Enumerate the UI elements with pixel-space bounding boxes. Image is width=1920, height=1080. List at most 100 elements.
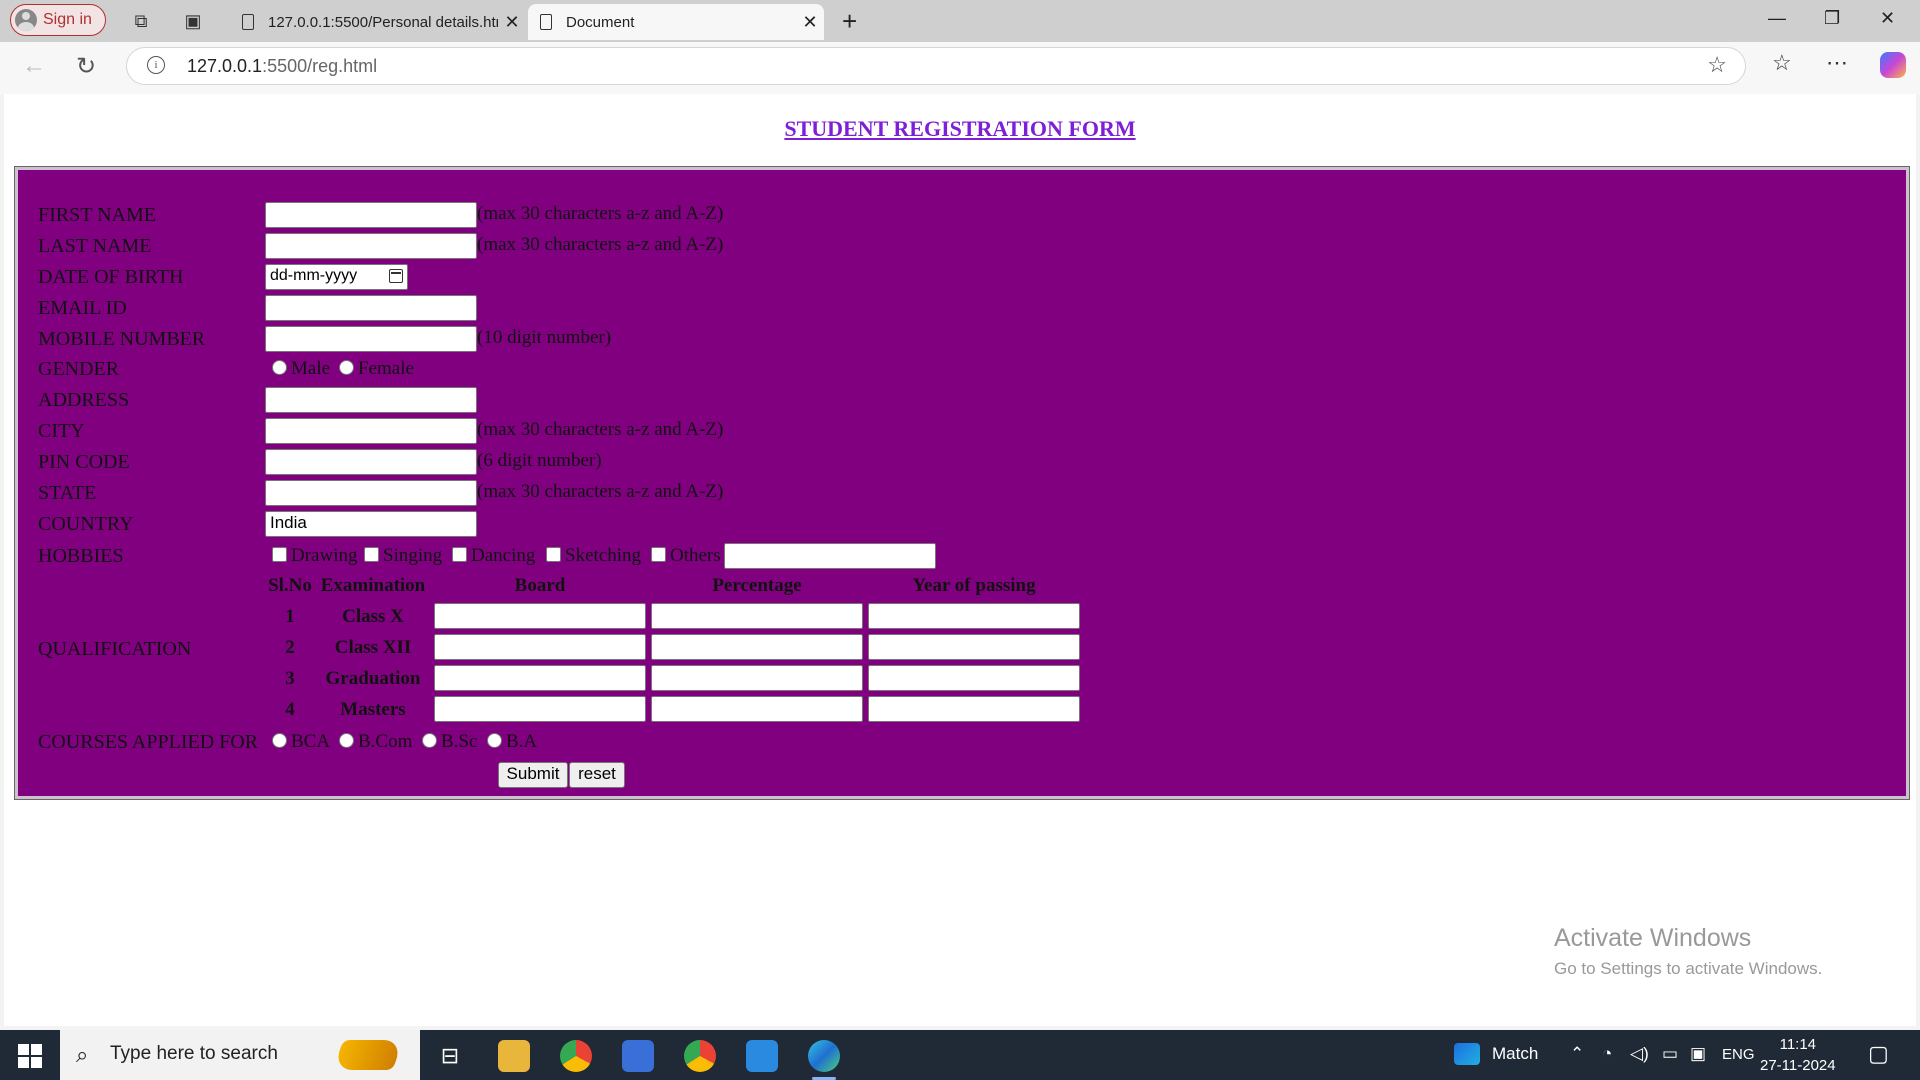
close-window-icon[interactable]: ✕	[1880, 8, 1895, 29]
clock[interactable]: 11:14 27-11-2024	[1760, 1034, 1836, 1076]
hobby-dancing-checkbox[interactable]	[452, 547, 467, 562]
qual-year-input[interactable]	[868, 603, 1080, 629]
email-input[interactable]	[265, 295, 477, 321]
qual-board-input[interactable]	[434, 603, 646, 629]
registration-form: FIRST NAME (max 30 characters a-z and A-…	[14, 166, 1910, 800]
match-label[interactable]: Match	[1492, 1044, 1538, 1064]
reset-button[interactable]: reset	[569, 762, 625, 788]
qual-row-no: 3	[285, 668, 295, 689]
url-text[interactable]: 127.0.0.1:5500/reg.html	[187, 56, 377, 77]
course-bsc-label: B.Sc	[441, 731, 478, 752]
chrome-icon[interactable]	[560, 1040, 592, 1072]
qual-year-input[interactable]	[868, 696, 1080, 722]
hobby-singing-checkbox[interactable]	[364, 547, 379, 562]
address-label: ADDRESS	[38, 389, 130, 411]
refresh-icon[interactable]: ↻	[76, 52, 96, 81]
favorite-star-icon[interactable]: ☆	[1707, 52, 1727, 78]
course-bca-radio[interactable]	[272, 733, 287, 748]
calendar-icon[interactable]	[389, 269, 403, 283]
submit-button[interactable]: Submit	[498, 762, 568, 788]
address-input[interactable]	[265, 387, 477, 413]
microsoft-store-icon[interactable]	[622, 1040, 654, 1072]
close-tab-icon[interactable]: ✕	[498, 12, 526, 33]
volume-icon[interactable]: ◁)	[1630, 1044, 1649, 1064]
new-tab-icon[interactable]: +	[842, 6, 857, 37]
vscode-icon[interactable]	[746, 1040, 778, 1072]
taskbar-search[interactable]: ⌕ Type here to search	[60, 1030, 420, 1080]
pin-code-label: PIN CODE	[38, 451, 130, 473]
mobile-input[interactable]	[265, 326, 477, 352]
qual-year-input[interactable]	[868, 665, 1080, 691]
dob-placeholder: dd-mm-yyyy	[270, 267, 358, 284]
show-hidden-icons-icon[interactable]: ⌃	[1570, 1044, 1584, 1064]
first-name-label: FIRST NAME	[38, 204, 156, 226]
qual-board-input[interactable]	[434, 696, 646, 722]
tab-personal-details[interactable]: 127.0.0.1:5500/Personal details.html ✕	[230, 4, 526, 40]
tab-title: 127.0.0.1:5500/Personal details.html	[268, 13, 498, 31]
meet-now-icon[interactable]: ▣	[1690, 1044, 1706, 1064]
tab-document[interactable]: Document ✕	[528, 4, 824, 40]
course-bsc-radio[interactable]	[422, 733, 437, 748]
hobby-sketching-checkbox[interactable]	[546, 547, 561, 562]
qual-year-input[interactable]	[868, 634, 1080, 660]
qual-board-input[interactable]	[434, 634, 646, 660]
language-indicator[interactable]: ENG	[1722, 1046, 1755, 1063]
tab-actions-icon[interactable]: ▣	[182, 10, 204, 32]
first-name-input[interactable]	[265, 202, 477, 228]
address-bar-row: ← ↻ i 127.0.0.1:5500/reg.html ☆ ☆ ⋯	[0, 42, 1920, 94]
qual-percentage-input[interactable]	[651, 665, 863, 691]
address-bar[interactable]: i 127.0.0.1:5500/reg.html ☆	[126, 47, 1746, 85]
taskbar: ⌕ Type here to search ⊟ Match ⌃ ◔ ◁) ▭ ▣…	[0, 1030, 1920, 1080]
course-bcom-radio[interactable]	[339, 733, 354, 748]
search-placeholder: Type here to search	[110, 1043, 278, 1064]
city-input[interactable]	[265, 418, 477, 444]
file-explorer-icon[interactable]	[498, 1040, 530, 1072]
site-info-icon[interactable]: i	[147, 56, 165, 74]
windows-start-icon[interactable]	[18, 1044, 42, 1068]
sign-in-button[interactable]: Sign in	[10, 4, 106, 36]
hobby-drawing-checkbox[interactable]	[272, 547, 287, 562]
restore-icon[interactable]: ❐	[1824, 8, 1840, 29]
workspaces-icon[interactable]: ⧉	[130, 10, 152, 32]
minimize-icon[interactable]: —	[1768, 8, 1786, 29]
dob-input[interactable]: dd-mm-yyyy	[265, 264, 408, 290]
last-name-input[interactable]	[265, 233, 477, 259]
page-title: STUDENT REGISTRATION FORM	[784, 116, 1136, 141]
qualification-label: QUALIFICATION	[38, 638, 192, 660]
pin-code-input[interactable]	[265, 449, 477, 475]
qual-row-exam: Masters	[340, 699, 406, 720]
qual-header-year: Year of passing	[912, 575, 1036, 596]
last-name-label: LAST NAME	[38, 235, 152, 257]
network-icon[interactable]: ◔	[1602, 1044, 1612, 1064]
course-bcom-label: B.Com	[358, 731, 413, 752]
qual-percentage-input[interactable]	[651, 696, 863, 722]
gender-male-radio[interactable]	[272, 360, 287, 375]
hobby-others-checkbox[interactable]	[651, 547, 666, 562]
mobile-label: MOBILE NUMBER	[38, 328, 206, 350]
state-input[interactable]	[265, 480, 477, 506]
qual-percentage-input[interactable]	[651, 634, 863, 660]
pin-code-hint: (6 digit number)	[477, 450, 602, 471]
cricket-match-icon[interactable]	[1454, 1043, 1480, 1065]
country-input[interactable]: India	[265, 511, 477, 537]
task-view-icon[interactable]: ⊟	[434, 1040, 466, 1072]
edge-icon[interactable]	[808, 1040, 840, 1080]
favorites-icon[interactable]: ☆	[1772, 50, 1792, 76]
close-tab-icon[interactable]: ✕	[796, 12, 824, 33]
course-bca-label: BCA	[291, 731, 331, 752]
qual-percentage-input[interactable]	[651, 603, 863, 629]
more-options-icon[interactable]: ⋯	[1826, 50, 1848, 76]
qual-board-input[interactable]	[434, 665, 646, 691]
back-icon[interactable]: ←	[22, 52, 46, 80]
notifications-icon[interactable]: ▢	[1868, 1041, 1889, 1067]
hobby-others-input[interactable]	[724, 543, 936, 569]
chrome-profile-icon[interactable]	[684, 1040, 716, 1072]
city-label: CITY	[38, 420, 85, 442]
battery-icon[interactable]: ▭	[1662, 1044, 1678, 1064]
gender-female-radio[interactable]	[339, 360, 354, 375]
course-ba-radio[interactable]	[487, 733, 502, 748]
dob-label: DATE OF BIRTH	[38, 266, 184, 288]
copilot-icon[interactable]	[1880, 52, 1906, 78]
page-icon	[242, 14, 254, 30]
gender-female-label: Female	[358, 358, 414, 379]
